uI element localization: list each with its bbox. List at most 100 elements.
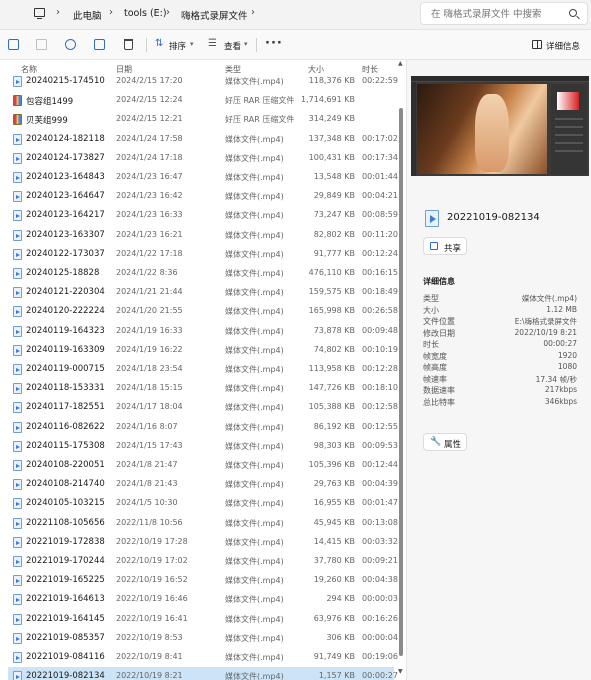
- delete-icon[interactable]: [124, 39, 133, 50]
- file-row[interactable]: 20240105-103215 2024/1/5 10:30 媒体文件(.mp4) 1…: [8, 494, 398, 513]
- file-row[interactable]: 20221019-170244 2022/10/19 17:02 媒体文件(.mp4…: [8, 552, 398, 571]
- file-name: 20221019-165225: [26, 575, 105, 586]
- detail-value: 1920: [557, 350, 577, 360]
- file-row[interactable]: 20240124-182118 2024/1/24 17:58 媒体文件(.mp4)…: [8, 130, 398, 149]
- file-date: 2024/1/23 16:42: [116, 191, 183, 201]
- file-name: 20221019-084116: [26, 652, 105, 662]
- video-file-icon: [13, 402, 22, 414]
- file-name: 20240215-174510: [26, 76, 105, 86]
- file-date: 2024/1/16 8:07: [116, 421, 178, 431]
- video-file-icon: [13, 248, 22, 260]
- chevron-right-icon[interactable]: ›: [251, 7, 255, 18]
- detail-label: 修改日期: [423, 328, 455, 338]
- file-row[interactable]: 包容组1499 2024/2/15 12:24 好压 RAR 压缩文件 1,714,6…: [8, 91, 394, 110]
- computer-icon[interactable]: [34, 8, 45, 20]
- chevron-down-icon[interactable]: ▾: [244, 40, 248, 48]
- file-size: 16,955 KB: [313, 498, 355, 508]
- file-row[interactable]: 20240108-214740 2024/1/8 21:43 媒体文件(.mp4) 2…: [8, 475, 398, 494]
- file-type: 媒体文件(.mp4): [225, 134, 284, 144]
- file-size: 29,763 KB: [313, 479, 355, 489]
- file-row[interactable]: 20221019-085357 2022/10/19 8:53 媒体文件(.mp4)…: [8, 629, 398, 648]
- file-size: 118,376 KB: [308, 76, 355, 85]
- file-row[interactable]: 20240119-163309 2024/1/19 16:22 媒体文件(.mp4)…: [8, 341, 398, 360]
- file-type: 媒体文件(.mp4): [225, 269, 284, 278]
- video-file-icon: [13, 536, 22, 548]
- chevron-right-icon[interactable]: ›: [56, 7, 60, 18]
- file-size: 105,396 KB: [308, 460, 355, 469]
- copy-icon[interactable]: [8, 39, 19, 50]
- file-size: 98,303 KB: [313, 440, 355, 450]
- file-row[interactable]: 20240117-182551 2024/1/17 18:04 媒体文件(.mp4)…: [8, 398, 398, 417]
- file-row[interactable]: 20221019-172838 2022/10/19 17:28 媒体文件(.mp4…: [8, 533, 398, 552]
- video-file-icon: [13, 344, 22, 356]
- view-button[interactable]: 查看: [224, 40, 241, 52]
- file-row[interactable]: 20240122-173037 2024/1/22 17:18 媒体文件(.mp4)…: [8, 245, 398, 264]
- file-row[interactable]: 20240215-174510 2024/2/15 17:20 媒体文件(.mp4)…: [8, 72, 398, 91]
- scroll-up-icon[interactable]: ▲: [398, 60, 403, 67]
- file-date: 2024/1/23 16:33: [116, 210, 183, 220]
- file-row[interactable]: 20240123-164217 2024/1/23 16:33 媒体文件(.mp4)…: [8, 206, 398, 225]
- file-row[interactable]: 20240120-222224 2024/1/20 21:55 媒体文件(.mp4)…: [8, 302, 398, 321]
- file-size: 19,260 KB: [313, 575, 355, 585]
- file-date: 2024/1/5 10:30: [116, 498, 178, 508]
- file-name: 20240119-163309: [26, 344, 105, 355]
- file-row[interactable]: 20240108-220051 2024/1/8 21:47 媒体文件(.mp4) 1…: [8, 456, 398, 475]
- file-type: 媒体文件(.mp4): [225, 499, 284, 509]
- file-row[interactable]: 20221108-105656 2022/11/8 10:56 媒体文件(.mp4)…: [8, 514, 398, 533]
- file-row[interactable]: 20240119-164323 2024/1/19 16:33 媒体文件(.mp4)…: [8, 322, 398, 341]
- file-date: 2024/1/24 17:58: [116, 133, 183, 143]
- file-row[interactable]: 贝芙组999 2024/2/15 12:21 好压 RAR 压缩文件 314,249 …: [8, 110, 394, 129]
- file-row[interactable]: 20240115-175308 2024/1/15 17:43 媒体文件(.mp4)…: [8, 437, 398, 456]
- file-type: 媒体文件(.mp4): [225, 595, 284, 605]
- properties-button[interactable]: 🔧 属性: [423, 433, 467, 451]
- search-icon[interactable]: [569, 9, 577, 17]
- file-row[interactable]: 20221019-165225 2022/10/19 16:52 媒体文件(.mp4…: [8, 571, 398, 590]
- paste-icon[interactable]: [36, 39, 47, 50]
- chevron-right-icon[interactable]: ›: [166, 7, 170, 18]
- file-row[interactable]: 20240123-164647 2024/1/23 16:42 媒体文件(.mp4)…: [8, 187, 398, 206]
- file-row[interactable]: 20240121-220304 2024/1/21 21:44 媒体文件(.mp4)…: [8, 283, 398, 302]
- file-row[interactable]: 20221019-164613 2022/10/19 16:46 媒体文件(.mp4…: [8, 590, 398, 609]
- details-pane-icon[interactable]: [532, 40, 542, 49]
- sort-button[interactable]: 排序: [169, 40, 186, 52]
- view-icon[interactable]: ☰: [208, 38, 219, 49]
- file-type: 媒体文件(.mp4): [225, 365, 284, 374]
- breadcrumb-drive[interactable]: tools (E:): [124, 8, 167, 19]
- file-row[interactable]: 20240123-164843 2024/1/23 16:47 媒体文件(.mp4)…: [8, 168, 398, 187]
- file-row[interactable]: 20240116-082622 2024/1/16 8:07 媒体文件(.mp4) 8…: [8, 418, 398, 437]
- file-size: 13,548 KB: [313, 172, 355, 181]
- details-pane-button[interactable]: 详细信息: [546, 40, 580, 52]
- search-input[interactable]: [431, 6, 561, 22]
- share-icon[interactable]: [94, 39, 105, 50]
- file-duration: 00:12:28: [362, 364, 398, 373]
- video-file-icon: [13, 594, 22, 606]
- share-button[interactable]: 共享: [423, 237, 467, 255]
- file-row[interactable]: 20240125-18828 2024/1/22 8:36 媒体文件(.mp4) 47…: [8, 264, 398, 283]
- breadcrumb-this-pc[interactable]: 此电脑: [73, 8, 102, 22]
- file-row[interactable]: 20221019-164145 2022/10/19 16:41 媒体文件(.mp4…: [8, 610, 398, 629]
- file-date: 2024/1/19 16:33: [116, 325, 183, 335]
- scroll-down-icon[interactable]: ▼: [398, 668, 403, 675]
- video-file-icon: [13, 306, 22, 318]
- scrollbar-thumb[interactable]: [399, 108, 403, 656]
- rename-icon[interactable]: [65, 39, 76, 50]
- breadcrumb-folder[interactable]: 嗨格式录屏文件: [181, 8, 248, 22]
- sort-icon[interactable]: ⇅: [155, 38, 166, 49]
- search-box[interactable]: [420, 2, 588, 25]
- file-row[interactable]: 20240123-163307 2024/1/23 16:21 媒体文件(.mp4)…: [8, 226, 398, 245]
- file-type: 好压 RAR 压缩文件: [225, 96, 295, 106]
- file-row[interactable]: 20240124-173827 2024/1/24 17:18 媒体文件(.mp4)…: [8, 149, 398, 168]
- file-type: 媒体文件(.mp4): [225, 480, 284, 490]
- file-list: 名称 日期 类型 大小 时长 20240215-174510 2024/2/15 …: [0, 60, 405, 680]
- file-size: 73,247 KB: [313, 210, 355, 220]
- file-row[interactable]: 20221019-082134 2022/10/19 8:21 媒体文件(.mp4)…: [8, 667, 398, 680]
- more-options-button[interactable]: ···: [265, 36, 283, 51]
- file-row[interactable]: 20240119-000715 2024/1/18 23:54 媒体文件(.mp4)…: [8, 360, 398, 379]
- file-row[interactable]: 20240118-153331 2024/1/18 15:15 媒体文件(.mp4)…: [8, 379, 398, 398]
- file-date: 2024/1/21 21:44: [116, 287, 183, 297]
- vertical-scrollbar[interactable]: ▲ ▼: [398, 60, 405, 680]
- file-row[interactable]: 20221019-084116 2022/10/19 8:41 媒体文件(.mp4)…: [8, 648, 398, 667]
- file-name: 20240124-182118: [26, 133, 105, 144]
- chevron-right-icon[interactable]: ›: [109, 7, 113, 18]
- chevron-down-icon[interactable]: ▾: [190, 40, 194, 48]
